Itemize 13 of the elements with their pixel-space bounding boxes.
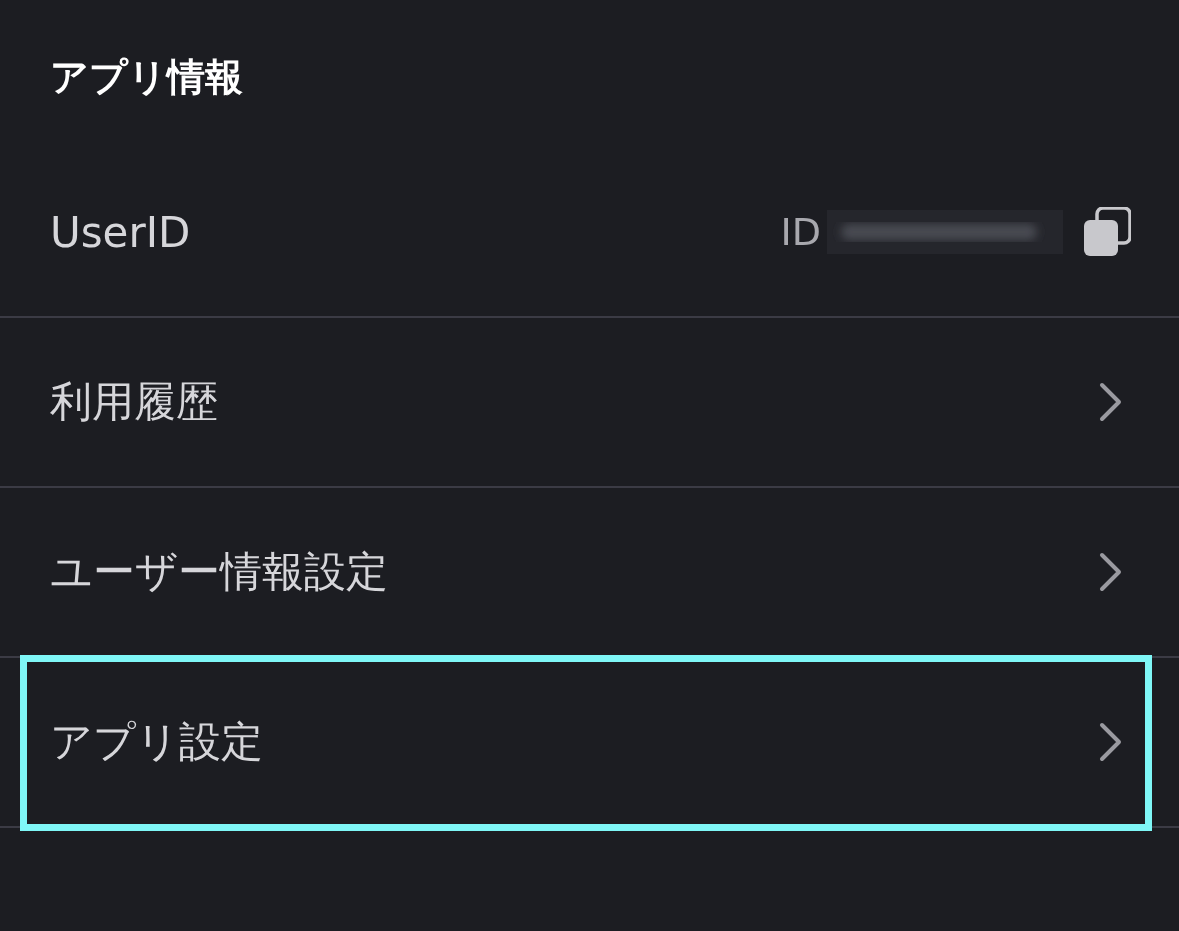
id-prefix: ID (780, 210, 821, 254)
settings-row[interactable]: 利用履歴 (0, 318, 1179, 488)
settings-row[interactable]: アプリ設定 (0, 658, 1179, 828)
copy-icon[interactable] (1083, 207, 1131, 257)
chevron-icon (1099, 382, 1123, 422)
chevron-icon (1099, 722, 1123, 762)
row-label: ユーザー情報設定 (50, 546, 388, 598)
settings-row[interactable]: ユーザー情報設定 (0, 488, 1179, 658)
row-label: UserID (50, 207, 191, 257)
section-title: アプリ情報 (50, 55, 243, 99)
row-label: 利用履歴 (50, 376, 218, 428)
row-label: アプリ設定 (50, 716, 263, 768)
chevron-icon (1099, 552, 1123, 592)
